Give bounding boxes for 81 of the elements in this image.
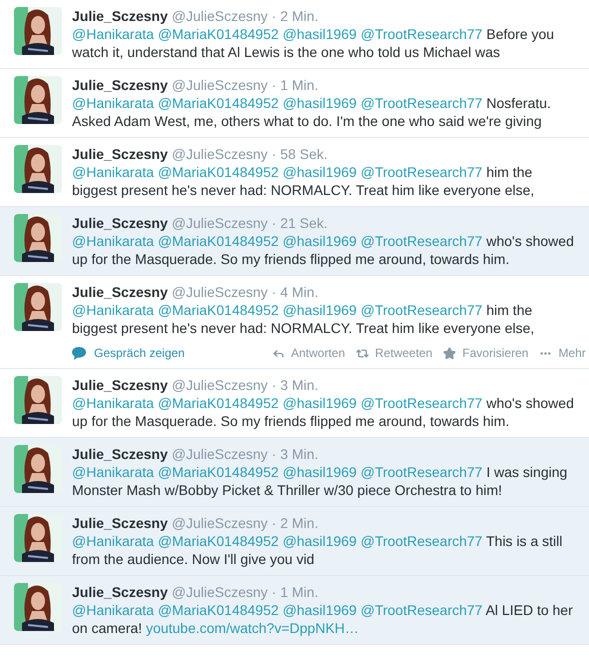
mention-link[interactable]: @TrootResearch77	[360, 95, 482, 111]
tweet-time[interactable]: · 3 Min.	[272, 445, 318, 463]
mention-link[interactable]: @Hanikarata	[72, 233, 154, 249]
user-handle[interactable]: @JulieSczesny	[172, 283, 268, 301]
action-button[interactable]: Favorisieren	[443, 345, 528, 361]
mention-link[interactable]: @hasil1969	[282, 26, 357, 42]
tweet-text: @Hanikarata @MariaK01484952 @hasil1969 @TrootResearch77 who's showed up for the Masquerade. So my friends flipped me around, towards him.	[72, 394, 575, 430]
mention-link[interactable]: @hasil1969	[282, 164, 357, 180]
tweet-text: @Hanikarata @MariaK01484952 @hasil1969 @TrootResearch77 him the biggest present he's never had: NORMALCY. Treat him like everyone else,	[72, 163, 536, 199]
tweet-time[interactable]: · 2 Min.	[272, 7, 318, 25]
user-handle[interactable]: @JulieSczesny	[172, 145, 268, 163]
mention-link[interactable]: @hasil1969	[282, 233, 357, 249]
user-name[interactable]: Julie_Sczesny	[72, 583, 168, 601]
mention-link[interactable]: @Hanikarata	[72, 302, 154, 318]
mention-link[interactable]: @Hanikarata	[72, 26, 154, 42]
tweet-time[interactable]: · 58 Sek.	[272, 145, 328, 163]
mention-link[interactable]: @TrootResearch77	[360, 302, 482, 318]
tweet-text: @Hanikarata @MariaK01484952 @hasil1969 @TrootResearch77 Al LIED to her on camera! youtube.com/watch?v=DppNKH…	[72, 601, 574, 637]
star-icon	[443, 346, 456, 360]
user-name[interactable]: Julie_Sczesny	[72, 7, 168, 25]
mention-link[interactable]: @hasil1969	[282, 533, 357, 549]
mention-link[interactable]: @hasil1969	[282, 395, 357, 411]
mention-link[interactable]: @Hanikarata	[72, 464, 154, 480]
mention-link[interactable]: @Hanikarata	[72, 602, 154, 618]
tweet-time[interactable]: · 4 Min.	[272, 283, 318, 301]
mention-link[interactable]: @Hanikarata	[72, 395, 154, 411]
mention-link[interactable]: @Hanikarata	[72, 95, 154, 111]
mention-link[interactable]: @MariaK01484952	[158, 302, 279, 318]
mention-link[interactable]: @MariaK01484952	[158, 233, 279, 249]
user-handle[interactable]: @JulieSczesny	[172, 7, 268, 25]
mention-link[interactable]: @MariaK01484952	[158, 602, 279, 618]
action-button[interactable]: Mehr	[539, 345, 586, 361]
mention-link[interactable]: @MariaK01484952	[158, 464, 279, 480]
user-name[interactable]: Julie_Sczesny	[72, 214, 168, 232]
mention-link[interactable]: @Hanikarata	[72, 164, 154, 180]
retweet-icon	[356, 346, 370, 360]
mention-link[interactable]: @MariaK01484952	[158, 95, 279, 111]
user-name[interactable]: Julie_Sczesny	[72, 145, 168, 163]
tweet-time[interactable]: · 21 Sek.	[272, 214, 328, 232]
tweet-text: @Hanikarata @MariaK01484952 @hasil1969 @TrootResearch77 I was singing Monster Mash w/Bobby Picket & Thriller w/30 piece Orchestra to him!	[72, 463, 568, 499]
mention-link[interactable]: @hasil1969	[282, 302, 357, 318]
mention-link[interactable]: @hasil1969	[282, 464, 357, 480]
mention-link[interactable]: @MariaK01484952	[158, 26, 279, 42]
user-name[interactable]: Julie_Sczesny	[72, 283, 168, 301]
conversation-link[interactable]: Gespräch zeigen	[72, 345, 272, 361]
user-handle[interactable]: @JulieSczesny	[172, 376, 268, 394]
user-name[interactable]: Julie_Sczesny	[72, 376, 168, 394]
mention-link[interactable]: @TrootResearch77	[360, 26, 482, 42]
action-button[interactable]: Antworten	[272, 345, 346, 361]
tweet-time[interactable]: · 3 Min.	[272, 376, 318, 394]
user-name[interactable]: Julie_Sczesny	[72, 514, 168, 532]
mention-link[interactable]: @TrootResearch77	[360, 464, 482, 480]
user-handle[interactable]: @JulieSczesny	[172, 214, 268, 232]
tweet-text: @Hanikarata @MariaK01484952 @hasil1969 @TrootResearch77 who's showed up for the Masquerade. So my friends flipped me around, towards him.	[72, 232, 575, 268]
mention-link[interactable]: @TrootResearch77	[360, 233, 482, 249]
user-handle[interactable]: @JulieSczesny	[172, 514, 268, 532]
speech-bubble-icon	[72, 346, 86, 360]
user-handle[interactable]: @JulieSczesny	[172, 76, 268, 94]
tweet-time[interactable]: · 1 Min.	[272, 76, 318, 94]
mention-link[interactable]: @TrootResearch77	[360, 533, 482, 549]
tweet-text: @Hanikarata @MariaK01484952 @hasil1969 @TrootResearch77 Before you watch it, understand that Al Lewis is the one who told us Michael was	[72, 25, 556, 61]
mention-link[interactable]: @MariaK01484952	[158, 533, 279, 549]
tweet-text: @Hanikarata @MariaK01484952 @hasil1969 @TrootResearch77 him the biggest present he's never had: NORMALCY. Treat him like everyone else,	[72, 301, 536, 337]
mention-link[interactable]: @MariaK01484952	[158, 395, 279, 411]
user-name[interactable]: Julie_Sczesny	[72, 76, 168, 94]
mention-link[interactable]: @TrootResearch77	[360, 395, 482, 411]
video-link[interactable]: youtube.com/watch?v=DppNKH…	[146, 620, 359, 636]
mention-link[interactable]: @hasil1969	[282, 95, 357, 111]
mention-link[interactable]: @TrootResearch77	[360, 602, 482, 618]
tweet-time[interactable]: · 2 Min.	[272, 514, 318, 532]
mention-link[interactable]: @MariaK01484952	[158, 164, 279, 180]
tweet-time[interactable]: · 1 Min.	[272, 583, 318, 601]
user-handle[interactable]: @JulieSczesny	[172, 445, 268, 463]
action-button[interactable]: Retweeten	[356, 345, 432, 361]
tweet-text: @Hanikarata @MariaK01484952 @hasil1969 @TrootResearch77 This is a still from the audience. Now I'll give you vid	[72, 532, 564, 568]
mention-link[interactable]: @hasil1969	[282, 602, 357, 618]
mention-link[interactable]: @Hanikarata	[72, 533, 154, 549]
user-handle[interactable]: @JulieSczesny	[172, 583, 268, 601]
tweet-text: @Hanikarata @MariaK01484952 @hasil1969 @TrootResearch77 Nosferatu. Asked Adam West, me, others what to do. I'm the one who said we're giving	[72, 94, 552, 130]
user-name[interactable]: Julie_Sczesny	[72, 445, 168, 463]
mention-link[interactable]: @TrootResearch77	[360, 164, 482, 180]
